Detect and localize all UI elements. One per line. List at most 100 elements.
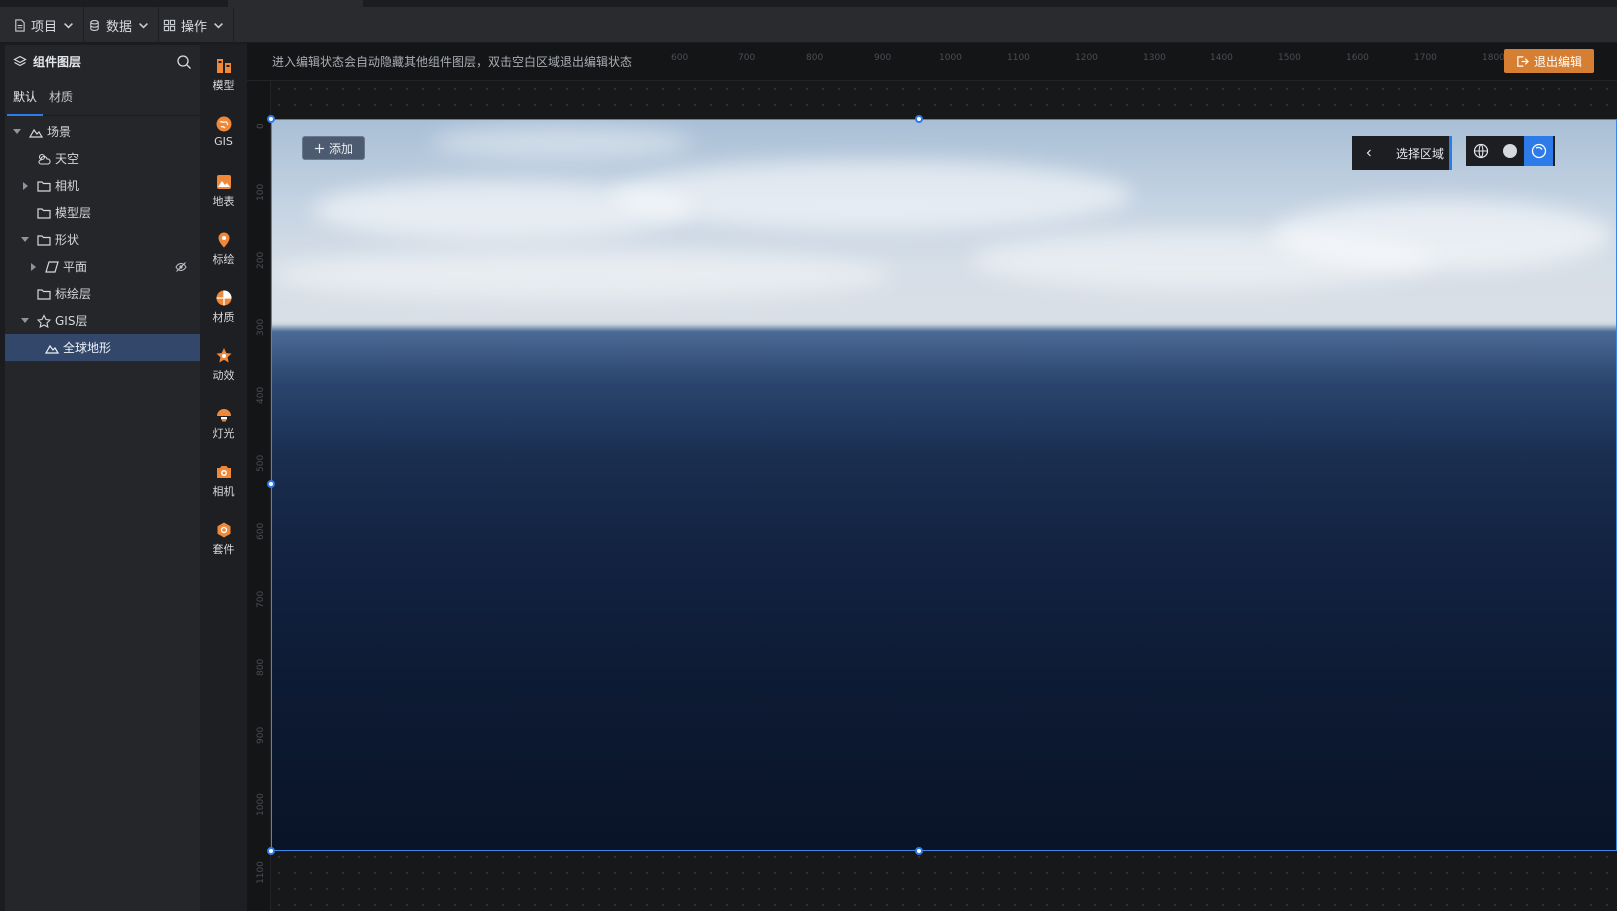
component-rail: 模型 GIS 地表 标绘 材质 动效 灯光 相机 套件 xyxy=(200,45,247,911)
surface-icon xyxy=(216,175,231,189)
ruler-tick-label: 600 xyxy=(256,522,266,540)
tree-node-model-layer[interactable]: 模型层 xyxy=(5,199,200,226)
chevron-left-icon[interactable] xyxy=(1364,148,1374,158)
chevron-down-icon xyxy=(139,22,148,29)
exit-icon xyxy=(1517,55,1529,67)
layer-panel: 组件图层 默认 材质 场景 天空 相机 模型层 形状 平面 标绘层 GIS层 全… xyxy=(5,45,200,911)
ruler-tick-label: 1700 xyxy=(1414,53,1437,63)
ruler-tick-label: 700 xyxy=(256,590,266,608)
scene-viewport[interactable]: 添加 选择区域 xyxy=(271,119,1617,851)
menu-project-label: 项目 xyxy=(31,19,58,35)
ruler-tick-label: 1200 xyxy=(1075,53,1098,63)
terrain-icon xyxy=(45,344,59,354)
eye-hidden-icon[interactable] xyxy=(175,261,187,273)
tab-material-label: 材质 xyxy=(49,90,74,104)
mode-globe[interactable] xyxy=(1466,136,1495,166)
rail-item-kit[interactable]: 套件 xyxy=(200,513,247,563)
tree-node-label: 天空 xyxy=(55,152,80,166)
layer-panel-tabs: 默认 材质 xyxy=(5,78,200,116)
rail-item-label: GIS xyxy=(214,135,233,148)
resize-handle-top-left[interactable] xyxy=(267,115,275,123)
file-icon xyxy=(15,18,25,32)
tree-node-camera[interactable]: 相机 xyxy=(5,172,200,199)
rail-item-marker[interactable]: 标绘 xyxy=(200,223,247,273)
select-region-label: 选择区域 xyxy=(1396,146,1445,161)
mountain-icon xyxy=(29,128,43,138)
orbit-icon xyxy=(1531,143,1546,159)
circle-filled-icon xyxy=(1502,144,1517,158)
tree-node-label: 标绘层 xyxy=(55,287,92,301)
cloud xyxy=(1272,200,1612,270)
tree-node-plot-layer[interactable]: 标绘层 xyxy=(5,280,200,307)
ruler-tick-label: 1000 xyxy=(256,793,266,816)
tab-default[interactable]: 默认 xyxy=(7,78,44,116)
ruler-tick-label: 1300 xyxy=(1143,53,1166,63)
resize-handle-left[interactable] xyxy=(267,480,275,488)
resize-handle-bottom-left[interactable] xyxy=(267,847,275,855)
exit-edit-button[interactable]: 退出编辑 xyxy=(1504,49,1594,73)
folder-icon xyxy=(37,234,51,246)
caret-right-icon[interactable] xyxy=(31,262,36,271)
menu-operation[interactable]: 操作 xyxy=(155,7,235,43)
ruler-tick-label: 1400 xyxy=(1210,53,1233,63)
ruler-tick-label: 300 xyxy=(256,318,266,336)
rail-item-camera[interactable]: 相机 xyxy=(200,455,247,505)
rail-item-label: 灯光 xyxy=(212,427,235,440)
marker-icon xyxy=(218,232,229,248)
tree-node-label: 场景 xyxy=(47,125,72,139)
ruler-tick-label: 1800 xyxy=(1482,53,1505,63)
tree-node-shape[interactable]: 形状 xyxy=(5,226,200,253)
rail-item-model[interactable]: 模型 xyxy=(200,49,247,99)
resize-handle-bottom[interactable] xyxy=(915,847,923,855)
sky-icon xyxy=(38,153,51,165)
menu-operation-label: 操作 xyxy=(181,19,208,35)
add-button[interactable]: 添加 xyxy=(302,136,365,160)
caret-right-icon[interactable] xyxy=(23,181,28,190)
tree-node-label: GIS层 xyxy=(55,314,88,328)
rail-item-gis[interactable]: GIS xyxy=(200,107,247,157)
effect-icon xyxy=(216,348,231,363)
tree-node-label: 全球地形 xyxy=(63,341,112,355)
caret-down-icon[interactable] xyxy=(21,237,29,242)
tree-node-plane[interactable]: 平面 xyxy=(5,253,200,280)
kit-icon xyxy=(217,522,230,538)
tree-node-sky[interactable]: 天空 xyxy=(5,145,200,172)
caret-down-icon[interactable] xyxy=(13,129,21,134)
ruler-tick-label: 1500 xyxy=(1278,53,1301,63)
menu-project[interactable]: 项目 xyxy=(5,7,85,43)
rail-item-material[interactable]: 材质 xyxy=(200,281,247,331)
tree-node-global-terrain[interactable]: 全球地形 xyxy=(5,334,200,361)
rail-item-label: 标绘 xyxy=(212,253,235,266)
ruler-tick-label: 900 xyxy=(874,53,892,63)
mode-orbit[interactable] xyxy=(1524,136,1553,166)
ruler-tick-label: 400 xyxy=(256,386,266,404)
ruler-horizontal: 600 700 800 900 1000 1100 1200 1300 1400… xyxy=(247,43,1617,81)
ruler-tick-label: 700 xyxy=(738,53,756,63)
rail-item-light[interactable]: 灯光 xyxy=(200,397,247,447)
rail-item-effect[interactable]: 动效 xyxy=(200,339,247,389)
caret-down-icon[interactable] xyxy=(21,318,29,323)
resize-handle-top[interactable] xyxy=(915,115,923,123)
database-icon xyxy=(90,19,99,31)
chevron-down-icon xyxy=(64,22,73,29)
cloud xyxy=(612,160,1132,230)
rail-item-surface[interactable]: 地表 xyxy=(200,165,247,215)
mode-sphere[interactable] xyxy=(1495,136,1524,166)
ruler-vertical: 0 100 200 300 400 500 600 700 800 900 10… xyxy=(247,81,271,911)
tab-material[interactable]: 材质 xyxy=(43,78,79,115)
ruler-tick-label: 600 xyxy=(671,53,689,63)
folder-icon xyxy=(37,207,51,219)
title-strip xyxy=(0,0,228,7)
search-icon[interactable] xyxy=(176,54,192,70)
editor-canvas[interactable]: 600 700 800 900 1000 1100 1200 1300 1400… xyxy=(247,43,1617,911)
plus-icon xyxy=(314,143,325,153)
ruler-tick-label: 800 xyxy=(806,53,824,63)
tree-node-gis-layer[interactable]: GIS层 xyxy=(5,307,200,334)
tree-node-scene[interactable]: 场景 xyxy=(5,118,200,145)
ruler-tick-label: 800 xyxy=(256,658,266,676)
camera-icon xyxy=(216,466,231,478)
select-region-panel[interactable]: 选择区域 xyxy=(1352,136,1452,170)
ruler-tick-label: 0 xyxy=(256,123,266,129)
material-icon xyxy=(216,290,231,306)
menu-data[interactable]: 数据 xyxy=(80,7,160,43)
